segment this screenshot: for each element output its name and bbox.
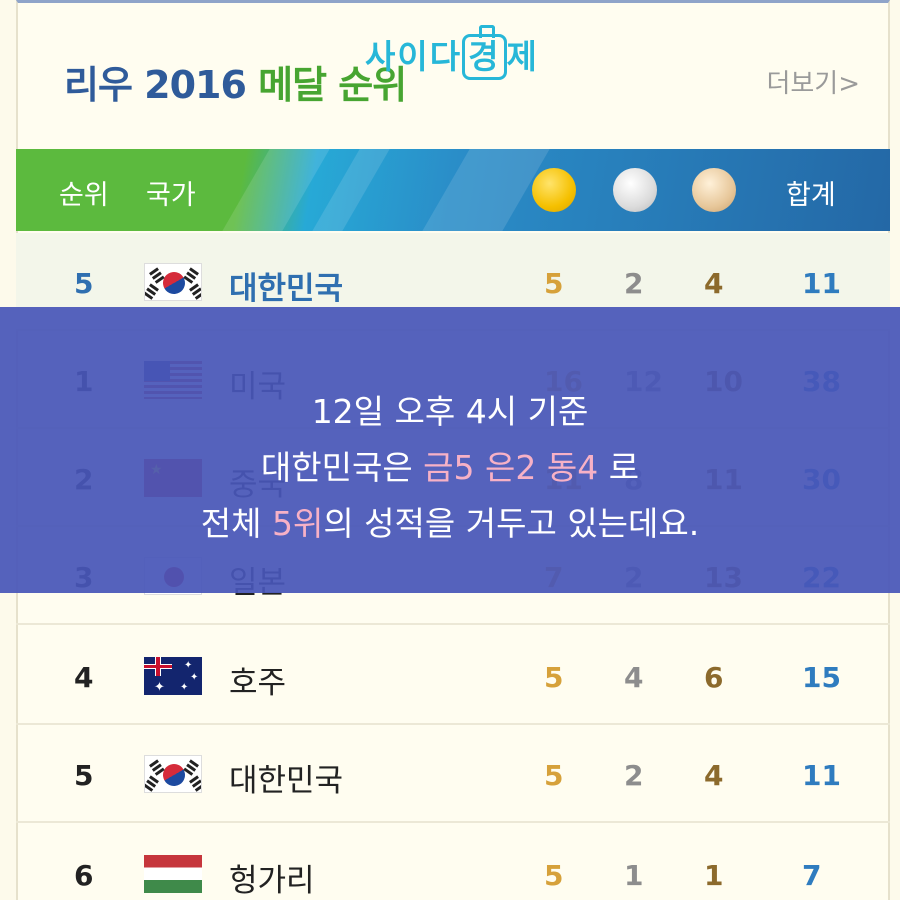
gold-medal-icon: [532, 168, 576, 212]
total-count: 11: [802, 267, 841, 300]
caption-line-2: 대한민국은 금5 은2 동4 로: [260, 448, 640, 487]
rank-cell: 5: [74, 759, 94, 792]
table-header: 순위 국가 합계: [16, 149, 890, 231]
silver-medal-icon: [613, 168, 657, 212]
country-name[interactable]: 호주: [229, 657, 286, 702]
header-rank: 순위: [59, 180, 109, 211]
rank-cell: 6: [74, 859, 94, 892]
gold-count: 5: [544, 759, 564, 792]
bronze-count: 6: [704, 661, 724, 694]
country-name[interactable]: 헝가리: [229, 855, 315, 900]
total-count: 7: [802, 859, 822, 892]
country-name[interactable]: 대한민국: [229, 755, 343, 800]
watermark-logo: 사이다 경 제: [365, 25, 539, 80]
total-count: 11: [802, 759, 841, 792]
caption-line-1: 12일 오후 4시 기준: [311, 392, 589, 431]
header-stripe: [422, 149, 550, 231]
page-title: 리우 2016 메달 순위: [64, 63, 407, 107]
caption-overlay: 12일 오후 4시 기준 대한민국은 금5 은2 동4 로 전체 5위의 성적을…: [0, 307, 900, 593]
header-stripe: [312, 149, 390, 231]
silver-count: 4: [624, 661, 644, 694]
bronze-count: 4: [704, 759, 724, 792]
bronze-count: 4: [704, 267, 724, 300]
silver-count: 1: [624, 859, 644, 892]
korea-flag-icon: [144, 263, 202, 301]
bottle-icon: 경: [462, 25, 507, 80]
bronze-medal-icon: [692, 168, 736, 212]
korea-flag-icon: [144, 755, 202, 793]
rank-cell: 4: [74, 661, 94, 694]
rank-cell: 5: [74, 267, 94, 300]
caption-line-3: 전체 5위의 성적을 거두고 있는데요.: [200, 504, 700, 543]
more-link[interactable]: 더보기>: [766, 63, 860, 100]
header-stripe: [222, 149, 330, 231]
hungary-flag-icon: [144, 855, 202, 893]
table-row[interactable]: 5 대한민국 5 2 4 11: [16, 725, 890, 823]
gold-count: 5: [544, 859, 564, 892]
total-count: 15: [802, 661, 841, 694]
header-total: 합계: [786, 180, 836, 211]
header-country: 국가: [146, 180, 196, 211]
silver-count: 2: [624, 759, 644, 792]
australia-flag-icon: ✦ ✦ ✦ ✦: [144, 657, 202, 695]
gold-count: 5: [544, 661, 564, 694]
bronze-count: 1: [704, 859, 724, 892]
table-row[interactable]: 6 헝가리 5 1 1 7: [16, 825, 890, 900]
silver-count: 2: [624, 267, 644, 300]
country-name[interactable]: 대한민국: [229, 263, 343, 308]
gold-count: 5: [544, 267, 564, 300]
table-row[interactable]: 4 ✦ ✦ ✦ ✦ 호주 5 4 6 15: [16, 627, 890, 725]
